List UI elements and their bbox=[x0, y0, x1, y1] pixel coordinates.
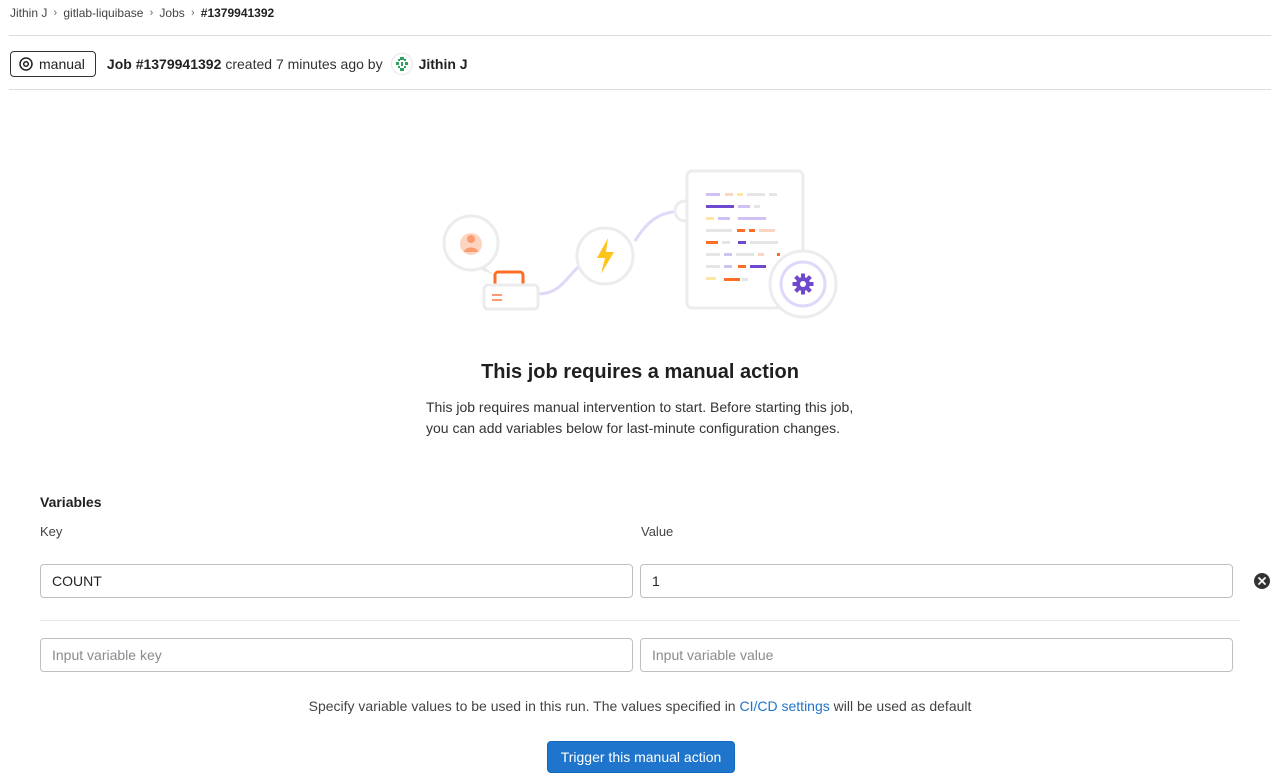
chevron-right-icon: › bbox=[149, 7, 154, 19]
trigger-manual-action-button[interactable]: Trigger this manual action bbox=[547, 741, 735, 773]
empty-state-title: This job requires a manual action bbox=[481, 361, 799, 383]
breadcrumb-job-id[interactable]: #1379941392 bbox=[201, 6, 274, 20]
empty-state-description: This job requires manual intervention to… bbox=[426, 399, 854, 436]
key-column-label: Key bbox=[40, 524, 63, 539]
header-divider bbox=[9, 35, 1271, 36]
breadcrumb: Jithin J › gitlab-liquibase › Jobs › #13… bbox=[10, 5, 274, 21]
variable-key-input[interactable] bbox=[40, 564, 633, 598]
job-header: manual Job #1379941392 created 7 minutes… bbox=[10, 51, 468, 77]
job-title: Job #1379941392 bbox=[106, 56, 222, 72]
manual-status-icon bbox=[19, 57, 33, 71]
chevron-right-icon: › bbox=[53, 7, 58, 19]
help-text-before: Specify variable values to be used in th… bbox=[308, 698, 740, 714]
breadcrumb-project[interactable]: gitlab-liquibase bbox=[63, 6, 143, 20]
variables-heading: Variables bbox=[40, 494, 102, 510]
status-label: manual bbox=[39, 56, 85, 72]
avatar[interactable] bbox=[390, 53, 413, 75]
ci-cd-settings-link[interactable]: CI/CD settings bbox=[740, 698, 830, 714]
variables-help-text: Specify variable values to be used in th… bbox=[0, 698, 1280, 714]
new-variable-key-input[interactable] bbox=[40, 638, 633, 672]
breadcrumb-user[interactable]: Jithin J bbox=[10, 6, 47, 20]
manual-action-illustration bbox=[442, 169, 838, 319]
status-badge[interactable]: manual bbox=[10, 51, 96, 77]
remove-variable-icon[interactable] bbox=[1253, 572, 1271, 590]
job-author-link[interactable]: Jithin J bbox=[419, 56, 468, 72]
job-created-text: created 7 minutes ago by bbox=[225, 56, 383, 72]
chevron-right-icon: › bbox=[190, 7, 195, 19]
help-text-after: will be used as default bbox=[829, 698, 972, 714]
breadcrumb-jobs[interactable]: Jobs bbox=[159, 6, 184, 20]
new-variable-value-input[interactable] bbox=[640, 638, 1233, 672]
variable-value-input[interactable] bbox=[640, 564, 1233, 598]
variables-divider bbox=[40, 620, 1240, 621]
value-column-label: Value bbox=[641, 524, 674, 539]
job-header-divider bbox=[9, 89, 1271, 90]
